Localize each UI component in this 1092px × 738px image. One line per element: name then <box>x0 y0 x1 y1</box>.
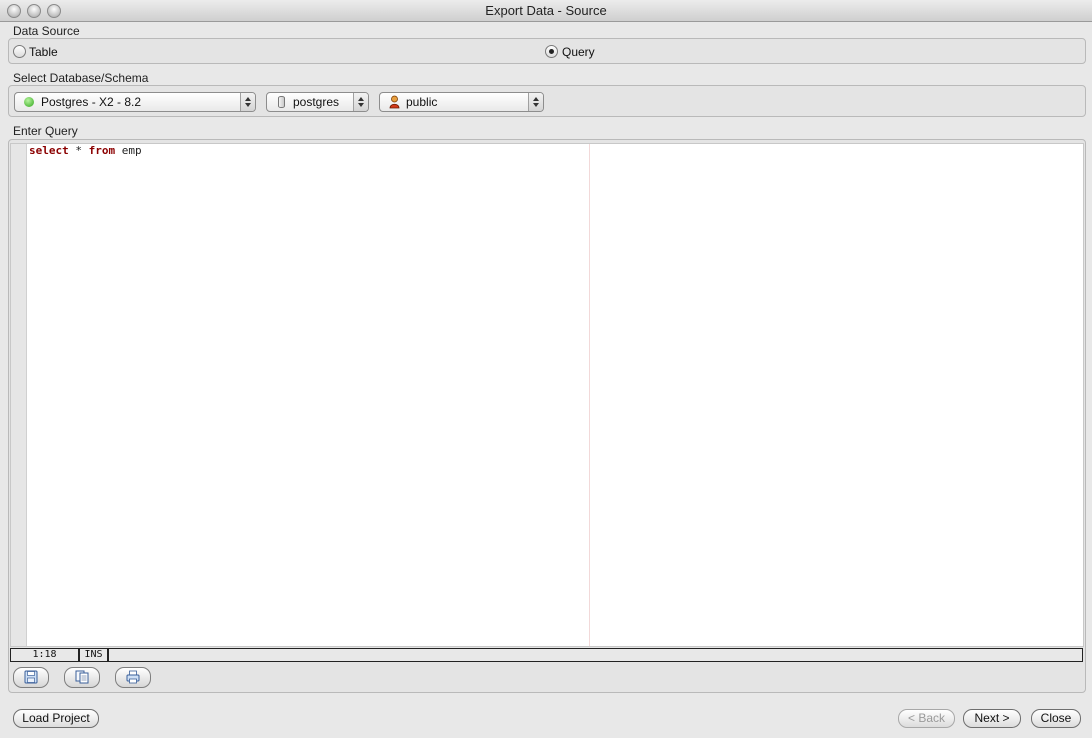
keyword-from: from <box>88 144 116 157</box>
server-select[interactable]: Postgres - X2 - 8.2 <box>14 92 256 112</box>
editor-gutter <box>11 144 27 646</box>
editor-margin-line <box>589 144 590 646</box>
query-editor[interactable]: select * from emp <box>10 143 1084 647</box>
select-db-label: Select Database/Schema <box>13 71 149 85</box>
schema-select-value: public <box>406 95 438 109</box>
database-cylinder-icon <box>278 96 285 108</box>
chevron-updown-icon <box>240 93 255 111</box>
save-icon <box>24 670 38 684</box>
insert-mode: INS <box>79 648 108 662</box>
code-text: emp <box>115 144 142 157</box>
print-button[interactable] <box>115 667 151 688</box>
cursor-position: 1:18 <box>10 648 79 662</box>
status-message <box>108 648 1083 662</box>
code-text: * <box>68 144 89 157</box>
keyword-select: select <box>29 144 69 157</box>
next-button[interactable]: Next > <box>963 709 1021 728</box>
close-button[interactable]: Close <box>1031 709 1081 728</box>
database-select[interactable]: postgres <box>266 92 369 112</box>
green-status-dot-icon <box>24 97 34 107</box>
schema-select[interactable]: public <box>379 92 544 112</box>
save-button[interactable] <box>13 667 49 688</box>
chevron-updown-icon <box>353 93 368 111</box>
copy-icon <box>75 670 89 684</box>
table-radio-label[interactable]: Table <box>29 45 58 59</box>
copy-button[interactable] <box>64 667 100 688</box>
chevron-updown-icon <box>528 93 543 111</box>
database-select-value: postgres <box>293 95 340 109</box>
window-title: Export Data - Source <box>485 3 607 18</box>
query-radio-label[interactable]: Query <box>562 45 595 59</box>
query-text[interactable]: select * from emp <box>29 144 142 158</box>
table-radio[interactable] <box>13 45 26 58</box>
enter-query-label: Enter Query <box>13 124 78 138</box>
data-source-label: Data Source <box>13 24 80 38</box>
query-radio[interactable] <box>545 45 558 58</box>
back-button[interactable]: < Back <box>898 709 955 728</box>
user-schema-icon <box>389 95 400 114</box>
print-icon <box>126 670 140 684</box>
window-titlebar: Export Data - Source <box>0 0 1092 22</box>
server-select-value: Postgres - X2 - 8.2 <box>41 95 142 109</box>
load-project-button[interactable]: Load Project <box>13 709 99 728</box>
